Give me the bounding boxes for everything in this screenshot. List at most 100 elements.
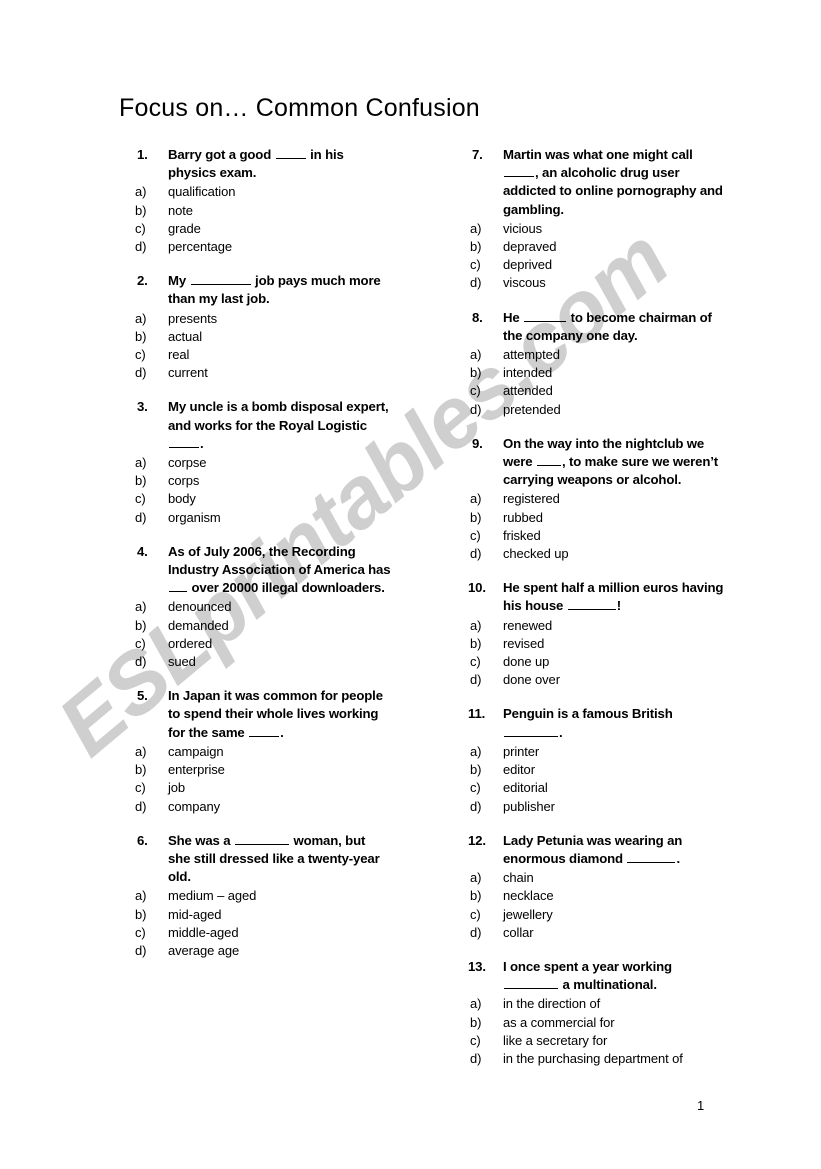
option-item[interactable]: b) as a commercial for — [468, 1014, 758, 1032]
option-text: note — [168, 202, 193, 218]
option-list: a) printer b) editor c) editorial d) publisher — [468, 743, 758, 816]
option-list: a) qualification b) note c) grade d) percentage — [133, 183, 423, 256]
option-letter: d) — [470, 401, 482, 417]
question-block: 1. Barry got a good in his physics exam. a)… — [133, 146, 423, 256]
option-item[interactable]: d) viscous — [468, 274, 758, 292]
option-letter: d) — [470, 924, 482, 940]
question-block: 2. My job pays much more than my last job.… — [133, 272, 423, 382]
question-stem-line: As of July 2006, the Recording — [168, 543, 356, 559]
option-item[interactable]: b) necklace — [468, 887, 758, 905]
option-item[interactable]: b) intended — [468, 364, 758, 382]
option-item[interactable]: d) pretended — [468, 401, 758, 419]
option-text: deprived — [503, 257, 553, 273]
option-item[interactable]: b) note — [133, 202, 423, 220]
option-item[interactable]: d) sued — [133, 653, 423, 671]
option-item[interactable]: d) checked up — [468, 545, 758, 563]
option-letter: a) — [135, 455, 147, 471]
option-letter: a) — [135, 184, 147, 200]
option-item[interactable]: c) editorial — [468, 779, 758, 797]
option-item[interactable]: a) qualification — [133, 183, 423, 201]
question-stem-line: over 20000 illegal downloaders. — [168, 579, 423, 597]
option-item[interactable]: a) campaign — [133, 743, 423, 761]
option-letter: a) — [470, 617, 482, 633]
option-list: a) chain b) necklace c) jewellery d) collar — [468, 869, 758, 942]
option-item[interactable]: d) percentage — [133, 238, 423, 256]
option-item[interactable]: d) company — [133, 798, 423, 816]
option-letter: b) — [135, 328, 147, 344]
question-stem-line: gambling. — [503, 201, 564, 217]
option-letter: d) — [135, 509, 147, 525]
option-item[interactable]: c) job — [133, 779, 423, 797]
option-item[interactable]: b) revised — [468, 635, 758, 653]
option-item[interactable]: a) in the direction of — [468, 995, 758, 1013]
option-text: revised — [503, 635, 545, 651]
option-item[interactable]: a) corpse — [133, 454, 423, 472]
question-stem-line: Martin was what one might call — [503, 147, 693, 162]
option-letter: a) — [135, 743, 147, 759]
option-letter: c) — [135, 924, 146, 940]
option-item[interactable]: b) enterprise — [133, 761, 423, 779]
option-item[interactable]: b) rubbed — [468, 509, 758, 527]
option-list: a) renewed b) revised c) done up d) done over — [468, 617, 758, 690]
option-item[interactable]: b) corps — [133, 472, 423, 490]
option-item[interactable]: c) ordered — [133, 635, 423, 653]
option-item[interactable]: a) vicious — [468, 220, 758, 238]
option-item[interactable]: d) collar — [468, 924, 758, 942]
question-block: 13. I once spent a year working a multina… — [468, 958, 758, 1068]
option-item[interactable]: d) in the purchasing department of — [468, 1050, 758, 1068]
option-item[interactable]: c) grade — [133, 220, 423, 238]
option-letter: d) — [470, 672, 482, 688]
option-item[interactable]: c) like a secretary for — [468, 1032, 758, 1050]
question-stem-line: physics exam. — [168, 165, 257, 181]
option-item[interactable]: a) medium – aged — [133, 887, 423, 905]
option-item[interactable]: a) denounced — [133, 598, 423, 616]
option-item[interactable]: c) body — [133, 490, 423, 508]
option-list: a) campaign b) enterprise c) job d) company — [133, 743, 423, 816]
option-item[interactable]: c) attended — [468, 382, 758, 400]
option-letter: c) — [470, 257, 481, 273]
option-letter: c) — [470, 906, 481, 922]
option-item[interactable]: d) average age — [133, 942, 423, 960]
option-item[interactable]: c) real — [133, 346, 423, 364]
option-text: attempted — [503, 347, 560, 363]
option-item[interactable]: a) chain — [468, 869, 758, 887]
option-item[interactable]: d) done over — [468, 671, 758, 689]
option-text: chain — [503, 870, 534, 886]
question-block: 12. Lady Petunia was wearing an enormous d… — [468, 832, 758, 942]
question-number: 8. — [472, 309, 483, 325]
option-letter: b) — [135, 202, 147, 218]
question-stem-line: to spend their whole lives working — [168, 706, 379, 722]
option-item[interactable]: c) middle-aged — [133, 924, 423, 942]
option-item[interactable]: a) attempted — [468, 346, 758, 364]
option-item[interactable]: b) actual — [133, 328, 423, 346]
question-stem-line: addicted to online pornography and — [503, 183, 723, 199]
question-stem-line: My job pays much more — [168, 273, 381, 289]
option-letter: d) — [470, 1050, 482, 1066]
option-item[interactable]: c) jewellery — [468, 906, 758, 924]
option-letter: b) — [470, 1014, 482, 1030]
option-text: middle-aged — [168, 924, 239, 940]
option-item[interactable]: b) depraved — [468, 238, 758, 256]
option-text: corps — [168, 473, 200, 489]
option-item[interactable]: d) publisher — [468, 798, 758, 816]
option-item[interactable]: b) editor — [468, 761, 758, 779]
option-item[interactable]: a) renewed — [468, 617, 758, 635]
option-item[interactable]: b) demanded — [133, 617, 423, 635]
option-item[interactable]: a) presents — [133, 310, 423, 328]
option-item[interactable]: d) organism — [133, 509, 423, 527]
option-text: corpse — [168, 455, 207, 471]
question-stem-line: She was a woman, but — [168, 832, 366, 848]
option-text: current — [168, 365, 208, 381]
option-text: necklace — [503, 888, 554, 904]
option-item[interactable]: a) registered — [468, 490, 758, 508]
question-stem-line: and works for the Royal Logistic — [168, 417, 367, 433]
option-item[interactable]: b) mid-aged — [133, 906, 423, 924]
option-letter: a) — [470, 870, 482, 886]
option-text: viscous — [503, 275, 546, 291]
option-item[interactable]: a) printer — [468, 743, 758, 761]
question-block: 7. Martin was what one might call , an alc… — [468, 146, 758, 293]
option-item[interactable]: c) deprived — [468, 256, 758, 274]
option-item[interactable]: c) frisked — [468, 527, 758, 545]
option-item[interactable]: c) done up — [468, 653, 758, 671]
option-item[interactable]: d) current — [133, 364, 423, 382]
